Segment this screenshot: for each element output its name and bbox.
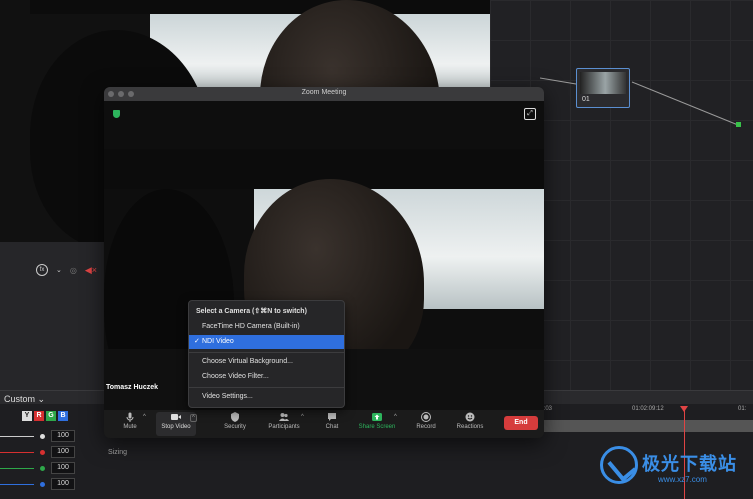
checkmark-icon: ✓ <box>194 338 200 345</box>
value-row-b: 100 <box>0 477 104 491</box>
stop-video-label: Stop Video <box>161 424 191 430</box>
microphone-icon <box>126 412 134 422</box>
meeting-toolbar: Mute ^ Stop Video ^ Security Participant… <box>104 410 544 438</box>
value-field[interactable]: 100 <box>51 478 75 490</box>
loop-icon[interactable]: ◎ <box>70 266 77 275</box>
menu-item-video-settings[interactable]: Video Settings... <box>189 390 344 404</box>
window-title: Zoom Meeting <box>301 89 347 96</box>
chevron-up-icon[interactable]: ^ <box>301 414 304 420</box>
menu-item-video-filter[interactable]: Choose Video Filter... <box>189 370 344 384</box>
camera-menu[interactable]: Select a Camera (⇧⌘N to switch) FaceTime… <box>188 300 345 408</box>
watermark-text: 极光下载站 <box>642 454 737 474</box>
value-field[interactable]: 100 <box>51 446 75 458</box>
value-field[interactable]: 100 <box>51 462 75 474</box>
fx-icon[interactable]: fx <box>36 264 48 276</box>
record-button[interactable]: Record <box>412 412 440 436</box>
audio-mute-icon[interactable]: ◀× <box>85 265 97 276</box>
channel-b[interactable]: B <box>58 411 68 421</box>
participants-icon <box>279 413 289 421</box>
share-screen-label: Share Screen <box>358 424 396 430</box>
watermark-logo-icon <box>600 446 638 484</box>
chat-label: Chat <box>325 424 339 430</box>
chevron-up-icon[interactable]: ^ <box>394 414 397 420</box>
menu-item-facetime[interactable]: FaceTime HD Camera (Built-in) <box>189 320 344 334</box>
menu-item-label: NDI Video <box>202 338 234 345</box>
chevron-up-icon[interactable]: ^ <box>143 414 146 420</box>
watermark: 极光下载站 www.xz7.com <box>600 446 745 492</box>
shield-icon <box>231 412 239 422</box>
zoom-titlebar[interactable]: Zoom Meeting <box>104 87 544 101</box>
security-button[interactable]: Security <box>220 412 250 436</box>
watermark-url: www.xz7.com <box>658 475 707 484</box>
participant-name: Tomasz Huczek <box>106 384 158 391</box>
smiley-icon <box>465 412 475 422</box>
menu-divider <box>189 352 344 353</box>
participants-label: Participants <box>268 424 300 430</box>
channel-g[interactable]: G <box>46 411 56 421</box>
mode-label: Custom <box>4 394 36 404</box>
menu-item-ndi[interactable]: ✓ NDI Video <box>189 335 344 349</box>
shield-icon[interactable] <box>113 110 120 118</box>
expand-icon[interactable]: ⤢ <box>524 108 536 120</box>
channel-tags: Y R G B <box>22 411 68 421</box>
record-label: Record <box>416 424 436 430</box>
value-row-r: 100 <box>0 445 104 459</box>
menu-item-virtual-background[interactable]: Choose Virtual Background... <box>189 355 344 369</box>
reactions-label: Reactions <box>456 424 484 430</box>
timeline-ruler[interactable]: /:03 01:02:09:12 01: <box>540 404 753 416</box>
chevron-down-icon[interactable]: ⌄ <box>56 266 62 274</box>
chevron-down-icon: ⌄ <box>37 394 46 404</box>
value-field[interactable]: 100 <box>51 430 75 442</box>
reactions-button[interactable]: Reactions <box>452 412 488 436</box>
mute-button[interactable]: Mute <box>118 412 142 436</box>
menu-header: Select a Camera (⇧⌘N to switch) <box>196 308 307 315</box>
chat-icon <box>328 413 336 421</box>
chevron-up-icon[interactable]: ^ <box>190 414 197 422</box>
video-camera-icon <box>171 414 181 420</box>
channel-r[interactable]: R <box>34 411 44 421</box>
record-icon <box>421 412 431 422</box>
mute-label: Mute <box>123 424 137 430</box>
timecode: 01:02:09:12 <box>632 406 664 412</box>
chat-button[interactable]: Chat <box>322 412 342 436</box>
node-connection <box>540 77 741 127</box>
value-row-g: 100 <box>0 461 104 475</box>
channel-y[interactable]: Y <box>22 411 32 421</box>
participants-button[interactable]: Participants <box>264 412 304 436</box>
end-button[interactable]: End <box>504 416 538 430</box>
viewer-toolbar: fx ⌄ ◎ ◀× <box>36 262 97 278</box>
security-label: Security <box>224 424 246 430</box>
share-screen-button[interactable]: Share Screen <box>356 412 398 436</box>
timecode: 01: <box>738 406 747 412</box>
track-label: Sizing <box>108 449 128 456</box>
value-row-y: 100 <box>0 429 104 443</box>
timeline-track[interactable] <box>540 420 753 432</box>
menu-divider <box>189 387 344 388</box>
share-screen-icon <box>372 413 382 421</box>
